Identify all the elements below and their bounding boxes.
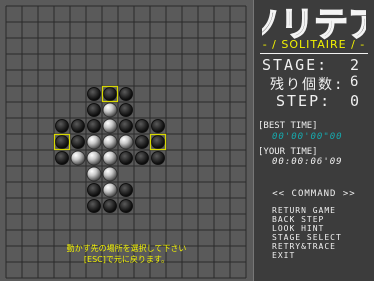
empty-hole[interactable] bbox=[87, 119, 101, 133]
empty-hole[interactable] bbox=[151, 135, 165, 149]
instruction-line-2: [ESC]で元に戻ります。 bbox=[83, 255, 170, 264]
best-time-label: [BEST TIME] bbox=[258, 121, 318, 131]
empty-hole[interactable] bbox=[151, 119, 165, 133]
command-back-step[interactable]: BACK STEP bbox=[272, 215, 324, 224]
remaining-label: 残り個数: bbox=[270, 77, 345, 93]
command-stage-select[interactable]: STAGE SELECT bbox=[272, 233, 342, 242]
empty-hole[interactable] bbox=[119, 199, 133, 213]
empty-hole[interactable] bbox=[103, 199, 117, 213]
peg[interactable] bbox=[86, 150, 102, 166]
remaining-value: 6 bbox=[350, 74, 361, 90]
peg[interactable] bbox=[118, 134, 134, 150]
peg[interactable] bbox=[70, 150, 86, 166]
empty-hole[interactable] bbox=[71, 135, 85, 149]
your-time-value: 00:00:06'09 bbox=[272, 157, 343, 167]
peg[interactable] bbox=[102, 134, 118, 150]
remaining-row: 残り個数: 6 bbox=[270, 74, 358, 94]
peg[interactable] bbox=[102, 150, 118, 166]
best-time-value: 00'00'00"00 bbox=[272, 132, 343, 142]
command-title: << COMMAND >> bbox=[272, 189, 356, 199]
board-grid[interactable] bbox=[0, 0, 253, 281]
peg[interactable] bbox=[86, 166, 102, 182]
instruction-line-1: 動かす先の場所を選択して下さい bbox=[66, 244, 187, 253]
empty-hole[interactable] bbox=[55, 151, 69, 165]
command-return-game[interactable]: RETURN GAME bbox=[272, 206, 336, 215]
side-panel: ソリテア - / SOLITAIRE / - STAGE: 2 残り個数: 6 … bbox=[254, 0, 374, 281]
empty-hole[interactable] bbox=[151, 151, 165, 165]
step-value: 0 bbox=[350, 92, 362, 110]
command-retry-trace[interactable]: RETRY&TRACE bbox=[272, 242, 336, 251]
instruction-message: 動かす先の場所を選択して下さい [ESC]で元に戻ります。 bbox=[0, 243, 253, 265]
empty-hole[interactable] bbox=[71, 119, 85, 133]
empty-hole[interactable] bbox=[87, 103, 101, 117]
peg[interactable] bbox=[86, 134, 102, 150]
empty-hole[interactable] bbox=[119, 87, 133, 101]
empty-hole[interactable] bbox=[135, 119, 149, 133]
logo-title: ソリテア bbox=[262, 5, 366, 42]
empty-hole[interactable] bbox=[87, 183, 101, 197]
empty-hole[interactable] bbox=[119, 151, 133, 165]
empty-hole[interactable] bbox=[135, 151, 149, 165]
logo-subtitle: - / SOLITAIRE / - bbox=[262, 38, 366, 51]
step-row: STEP: 0 bbox=[276, 92, 359, 110]
stage-row: STAGE: 2 bbox=[262, 56, 359, 74]
empty-hole[interactable] bbox=[87, 87, 101, 101]
peg[interactable] bbox=[102, 166, 118, 182]
command-look-hint[interactable]: LOOK HINT bbox=[272, 224, 324, 233]
peg[interactable] bbox=[102, 118, 118, 134]
empty-hole[interactable] bbox=[119, 103, 133, 117]
empty-hole[interactable] bbox=[55, 135, 69, 149]
empty-hole[interactable] bbox=[119, 119, 133, 133]
your-time-label: [YOUR TIME] bbox=[258, 147, 318, 157]
empty-hole[interactable] bbox=[87, 199, 101, 213]
stage-value: 2 bbox=[350, 56, 362, 74]
empty-hole[interactable] bbox=[119, 183, 133, 197]
game-board[interactable]: 動かす先の場所を選択して下さい [ESC]で元に戻ります。 bbox=[0, 0, 254, 281]
game-logo: ソリテア bbox=[262, 4, 366, 42]
step-label: STEP: bbox=[276, 92, 332, 110]
peg[interactable] bbox=[102, 182, 118, 198]
command-exit[interactable]: EXIT bbox=[272, 251, 295, 260]
stage-label: STAGE: bbox=[262, 56, 329, 74]
empty-hole[interactable] bbox=[135, 135, 149, 149]
empty-hole[interactable] bbox=[103, 87, 117, 101]
peg[interactable] bbox=[102, 102, 118, 118]
empty-hole[interactable] bbox=[55, 119, 69, 133]
divider bbox=[260, 53, 368, 54]
